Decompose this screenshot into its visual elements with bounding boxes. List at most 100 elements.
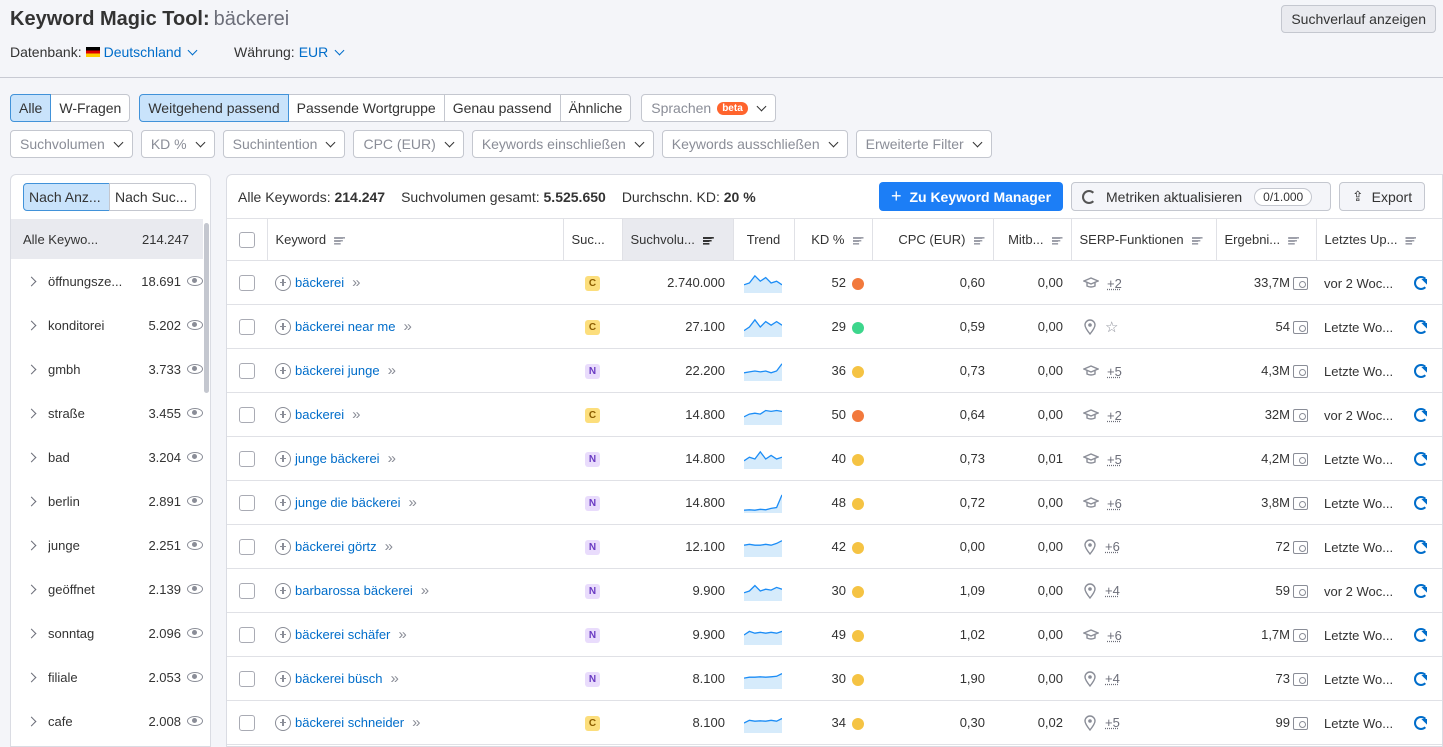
chevron-right-icon[interactable] — [26, 540, 37, 550]
eye-icon[interactable] — [187, 584, 203, 594]
row-checkbox[interactable] — [239, 274, 255, 291]
filter-volume[interactable]: Suchvolumen — [10, 130, 133, 158]
group-item[interactable]: cafe 2.008 — [11, 699, 203, 743]
tab-by-volume[interactable]: Nach Suc... — [109, 183, 196, 211]
serp-more[interactable]: +6 — [1105, 539, 1120, 554]
eye-icon[interactable] — [187, 672, 203, 682]
refresh-icon[interactable] — [1414, 540, 1428, 555]
col-kd[interactable]: KD % — [794, 218, 873, 261]
double-chevron-right-icon[interactable]: » — [403, 318, 412, 335]
filter-cpc[interactable]: CPC (EUR) — [353, 130, 464, 158]
add-circle-icon[interactable] — [275, 494, 291, 511]
chevron-right-icon[interactable] — [26, 496, 37, 506]
table-row[interactable]: bäckerei büsch » N 8.100 30 1,90 0,00 +4 73 Letzt… — [227, 656, 1442, 701]
serp-more[interactable]: +5 — [1107, 364, 1122, 379]
serp-more[interactable]: +4 — [1105, 583, 1120, 598]
group-all-keywords[interactable]: Alle Keywo... 214.247 — [11, 219, 203, 259]
serp-preview-icon[interactable] — [1293, 541, 1308, 555]
double-chevron-right-icon[interactable]: » — [388, 362, 397, 379]
double-chevron-right-icon[interactable]: » — [398, 626, 407, 643]
group-item[interactable]: gmbh 3.733 — [11, 347, 203, 391]
currency-dropdown[interactable]: EUR — [299, 44, 345, 60]
group-item[interactable]: straße 3.455 — [11, 391, 203, 435]
tab-all[interactable]: Alle — [10, 94, 52, 122]
refresh-icon[interactable] — [1414, 672, 1428, 687]
chevron-right-icon[interactable] — [26, 584, 37, 594]
serp-preview-icon[interactable] — [1293, 277, 1308, 291]
table-row[interactable]: bäckerei near me » C 27.100 29 0,59 0,00 ☆ 54 Let… — [227, 304, 1442, 349]
keyword-link[interactable]: bäckerei görtz — [295, 539, 377, 554]
row-checkbox[interactable] — [239, 670, 255, 687]
keyword-link[interactable]: bäckerei junge — [295, 363, 380, 378]
eye-icon[interactable] — [187, 276, 203, 286]
serp-preview-icon[interactable] — [1293, 717, 1308, 731]
serp-more[interactable]: +2 — [1107, 276, 1122, 291]
row-checkbox[interactable] — [239, 362, 255, 379]
eye-icon[interactable] — [187, 496, 203, 506]
refresh-icon[interactable] — [1414, 628, 1428, 643]
col-cpc[interactable]: CPC (EUR) — [872, 218, 994, 261]
keyword-link[interactable]: barbarossa bäckerei — [295, 583, 413, 598]
keyword-link[interactable]: bäckerei büsch — [295, 671, 382, 686]
add-circle-icon[interactable] — [275, 626, 291, 643]
add-circle-icon[interactable] — [275, 406, 291, 423]
serp-preview-icon[interactable] — [1293, 497, 1308, 511]
table-row[interactable]: barbarossa bäckerei » N 9.900 30 1,09 0,00 +4 59… — [227, 568, 1442, 613]
serp-more[interactable]: +5 — [1107, 452, 1122, 467]
table-row[interactable]: backerei » C 14.800 50 0,64 0,00 +2 32M vor 2 Woc… — [227, 392, 1442, 437]
keyword-link[interactable]: bäckerei near me — [295, 319, 395, 334]
refresh-icon[interactable] — [1414, 364, 1428, 379]
chevron-right-icon[interactable] — [26, 364, 37, 374]
filter-include-keywords[interactable]: Keywords einschließen — [471, 130, 654, 158]
serp-more[interactable]: +4 — [1105, 671, 1120, 686]
keyword-link[interactable]: backerei — [295, 407, 344, 422]
database-selector[interactable]: Datenbank: Deutschland — [10, 44, 198, 60]
add-circle-icon[interactable] — [275, 274, 291, 291]
col-competition[interactable]: Mitb... — [993, 218, 1072, 261]
chevron-right-icon[interactable] — [26, 452, 37, 462]
chevron-right-icon[interactable] — [26, 672, 37, 682]
filter-exclude-keywords[interactable]: Keywords ausschließen — [661, 130, 848, 158]
filter-intent[interactable]: Suchintention — [222, 130, 346, 158]
search-history-button[interactable]: Suchverlauf anzeigen — [1281, 5, 1436, 33]
refresh-icon[interactable] — [1414, 496, 1428, 511]
add-circle-icon[interactable] — [275, 582, 291, 599]
filter-advanced[interactable]: Erweiterte Filter — [855, 130, 992, 158]
row-checkbox[interactable] — [239, 450, 255, 467]
chevron-right-icon[interactable] — [26, 320, 37, 330]
eye-icon[interactable] — [187, 364, 203, 374]
keyword-link[interactable]: bäckerei schneider — [295, 715, 404, 730]
tab-broad-match[interactable]: Weitgehend passend — [139, 94, 289, 122]
groups-scrollbar[interactable] — [204, 223, 209, 393]
chevron-right-icon[interactable] — [26, 276, 37, 286]
table-row[interactable]: bäckerei görtz » N 12.100 42 0,00 0,00 +6 72 Letz… — [227, 524, 1442, 569]
group-item[interactable]: konditorei 5.202 — [11, 303, 203, 347]
tab-related[interactable]: Ähnliche — [559, 94, 632, 122]
chevron-right-icon[interactable] — [26, 628, 37, 638]
serp-more[interactable]: +2 — [1107, 408, 1122, 423]
refresh-icon[interactable] — [1414, 584, 1428, 599]
select-all-checkbox[interactable] — [238, 231, 255, 248]
refresh-icon[interactable] — [1414, 452, 1428, 467]
languages-dropdown[interactable]: Sprachen beta — [641, 94, 776, 122]
keyword-link[interactable]: junge bäckerei — [295, 451, 380, 466]
chevron-right-icon[interactable] — [26, 716, 37, 726]
serp-preview-icon[interactable] — [1293, 629, 1308, 643]
col-results[interactable]: Ergebni... — [1216, 218, 1317, 261]
eye-icon[interactable] — [187, 628, 203, 638]
add-circle-icon[interactable] — [275, 362, 291, 379]
chevron-right-icon[interactable] — [26, 408, 37, 418]
group-item[interactable]: berlin 2.891 — [11, 479, 203, 523]
col-serp-features[interactable]: SERP-Funktionen — [1071, 218, 1217, 261]
table-row[interactable]: junge die bäckerei » N 14.800 48 0,72 0,00 +6 3,… — [227, 480, 1442, 525]
col-volume[interactable]: Suchvolu... — [622, 218, 734, 261]
double-chevron-right-icon[interactable]: » — [390, 670, 399, 687]
serp-preview-icon[interactable] — [1293, 409, 1308, 423]
table-row[interactable]: bäckerei junge » N 22.200 36 0,73 0,00 +5 4,3M Le… — [227, 348, 1442, 393]
group-item[interactable]: junge 2.251 — [11, 523, 203, 567]
add-circle-icon[interactable] — [275, 318, 291, 335]
row-checkbox[interactable] — [239, 318, 255, 335]
group-item[interactable]: geöffnet 2.139 — [11, 567, 203, 611]
row-checkbox[interactable] — [239, 714, 255, 731]
group-item[interactable]: öffnungsze... 18.691 — [11, 259, 203, 303]
